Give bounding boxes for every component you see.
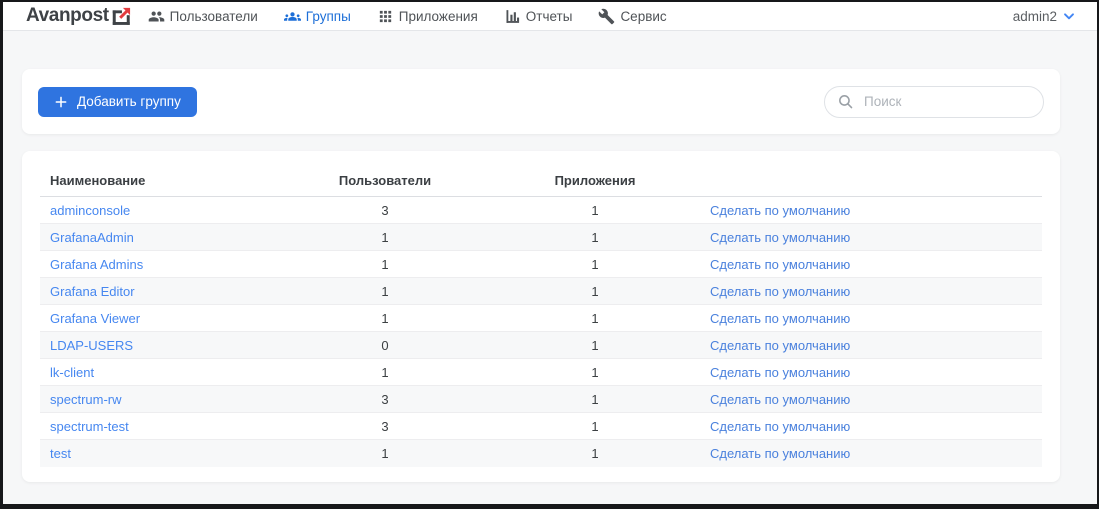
table-row: Grafana Viewer 1 1 Сделать по умолчанию <box>40 305 1042 332</box>
group-name-link[interactable]: Grafana Viewer <box>40 311 290 326</box>
column-header-users: Пользователи <box>290 173 480 188</box>
make-default-link[interactable]: Сделать по умолчанию <box>710 365 1042 380</box>
applications-count: 1 <box>480 284 710 299</box>
brand-logo[interactable]: Avanpost <box>26 5 132 27</box>
group-name-link[interactable]: adminconsole <box>40 203 290 218</box>
make-default-link[interactable]: Сделать по умолчанию <box>710 284 1042 299</box>
group-name-link[interactable]: lk-client <box>40 365 290 380</box>
users-count: 3 <box>290 203 480 218</box>
reports-icon <box>504 8 521 25</box>
table-row: GrafanaAdmin 1 1 Сделать по умолчанию <box>40 224 1042 251</box>
apps-icon <box>377 8 394 25</box>
make-default-link[interactable]: Сделать по умолчанию <box>710 392 1042 407</box>
table-row: adminconsole 3 1 Сделать по умолчанию <box>40 197 1042 224</box>
nav-label-users: Пользователи <box>170 9 258 24</box>
make-default-link[interactable]: Сделать по умолчанию <box>710 311 1042 326</box>
brand-name: Avanpost <box>26 5 109 27</box>
nav-label-applications: Приложения <box>399 9 478 24</box>
add-group-label: Добавить группу <box>77 94 181 109</box>
users-count: 0 <box>290 338 480 353</box>
top-navigation-bar: Avanpost Пользователи Группы Приложения … <box>3 2 1097 31</box>
applications-count: 1 <box>480 257 710 272</box>
group-name-link[interactable]: spectrum-test <box>40 419 290 434</box>
group-name-link[interactable]: Grafana Editor <box>40 284 290 299</box>
applications-count: 1 <box>480 446 710 461</box>
nav-label-reports: Отчеты <box>526 9 573 24</box>
groups-table-card: Наименование Пользователи Приложения adm… <box>22 151 1060 482</box>
brand-logo-icon <box>111 6 132 27</box>
table-row: lk-client 1 1 Сделать по умолчанию <box>40 359 1042 386</box>
table-row: LDAP-USERS 0 1 Сделать по умолчанию <box>40 332 1042 359</box>
search-icon <box>837 93 854 110</box>
nav-label-groups: Группы <box>306 9 351 24</box>
applications-count: 1 <box>480 419 710 434</box>
group-name-link[interactable]: spectrum-rw <box>40 392 290 407</box>
nav-item-service[interactable]: Сервис <box>598 8 666 25</box>
nav-item-groups[interactable]: Группы <box>284 8 351 25</box>
user-menu[interactable]: admin2 <box>1013 8 1077 24</box>
applications-count: 1 <box>480 230 710 245</box>
groups-toolbar: Добавить группу <box>22 69 1060 134</box>
users-count: 1 <box>290 446 480 461</box>
make-default-link[interactable]: Сделать по умолчанию <box>710 419 1042 434</box>
column-header-name: Наименование <box>40 173 290 188</box>
group-name-link[interactable]: GrafanaAdmin <box>40 230 290 245</box>
table-body: adminconsole 3 1 Сделать по умолчанию Gr… <box>40 197 1042 467</box>
users-count: 1 <box>290 257 480 272</box>
users-count: 3 <box>290 392 480 407</box>
group-name-link[interactable]: LDAP-USERS <box>40 338 290 353</box>
applications-count: 1 <box>480 392 710 407</box>
user-name: admin2 <box>1013 9 1057 24</box>
service-icon <box>598 8 615 25</box>
group-name-link[interactable]: Grafana Admins <box>40 257 290 272</box>
applications-count: 1 <box>480 311 710 326</box>
plus-icon <box>54 95 68 109</box>
make-default-link[interactable]: Сделать по умолчанию <box>710 230 1042 245</box>
table-row: test 1 1 Сделать по умолчанию <box>40 440 1042 467</box>
nav-item-reports[interactable]: Отчеты <box>504 8 573 25</box>
users-count: 1 <box>290 365 480 380</box>
column-header-applications: Приложения <box>480 173 710 188</box>
search-box[interactable] <box>824 86 1044 118</box>
nav-item-applications[interactable]: Приложения <box>377 8 478 25</box>
make-default-link[interactable]: Сделать по умолчанию <box>710 257 1042 272</box>
applications-count: 1 <box>480 338 710 353</box>
make-default-link[interactable]: Сделать по умолчанию <box>710 446 1042 461</box>
nav-label-service: Сервис <box>620 9 666 24</box>
users-count: 1 <box>290 230 480 245</box>
main-nav: Пользователи Группы Приложения Отчеты Се… <box>148 8 667 25</box>
add-group-button[interactable]: Добавить группу <box>38 87 197 117</box>
users-icon <box>148 8 165 25</box>
users-count: 1 <box>290 284 480 299</box>
groups-icon <box>284 8 301 25</box>
users-count: 3 <box>290 419 480 434</box>
table-row: spectrum-test 3 1 Сделать по умолчанию <box>40 413 1042 440</box>
table-row: Grafana Admins 1 1 Сделать по умолчанию <box>40 251 1042 278</box>
make-default-link[interactable]: Сделать по умолчанию <box>710 338 1042 353</box>
nav-item-users[interactable]: Пользователи <box>148 8 258 25</box>
users-count: 1 <box>290 311 480 326</box>
table-row: spectrum-rw 3 1 Сделать по умолчанию <box>40 386 1042 413</box>
table-row: Grafana Editor 1 1 Сделать по умолчанию <box>40 278 1042 305</box>
chevron-down-icon <box>1061 8 1077 24</box>
applications-count: 1 <box>480 365 710 380</box>
make-default-link[interactable]: Сделать по умолчанию <box>710 203 1042 218</box>
group-name-link[interactable]: test <box>40 446 290 461</box>
applications-count: 1 <box>480 203 710 218</box>
search-input[interactable] <box>862 93 1031 110</box>
table-header-row: Наименование Пользователи Приложения <box>40 164 1042 197</box>
